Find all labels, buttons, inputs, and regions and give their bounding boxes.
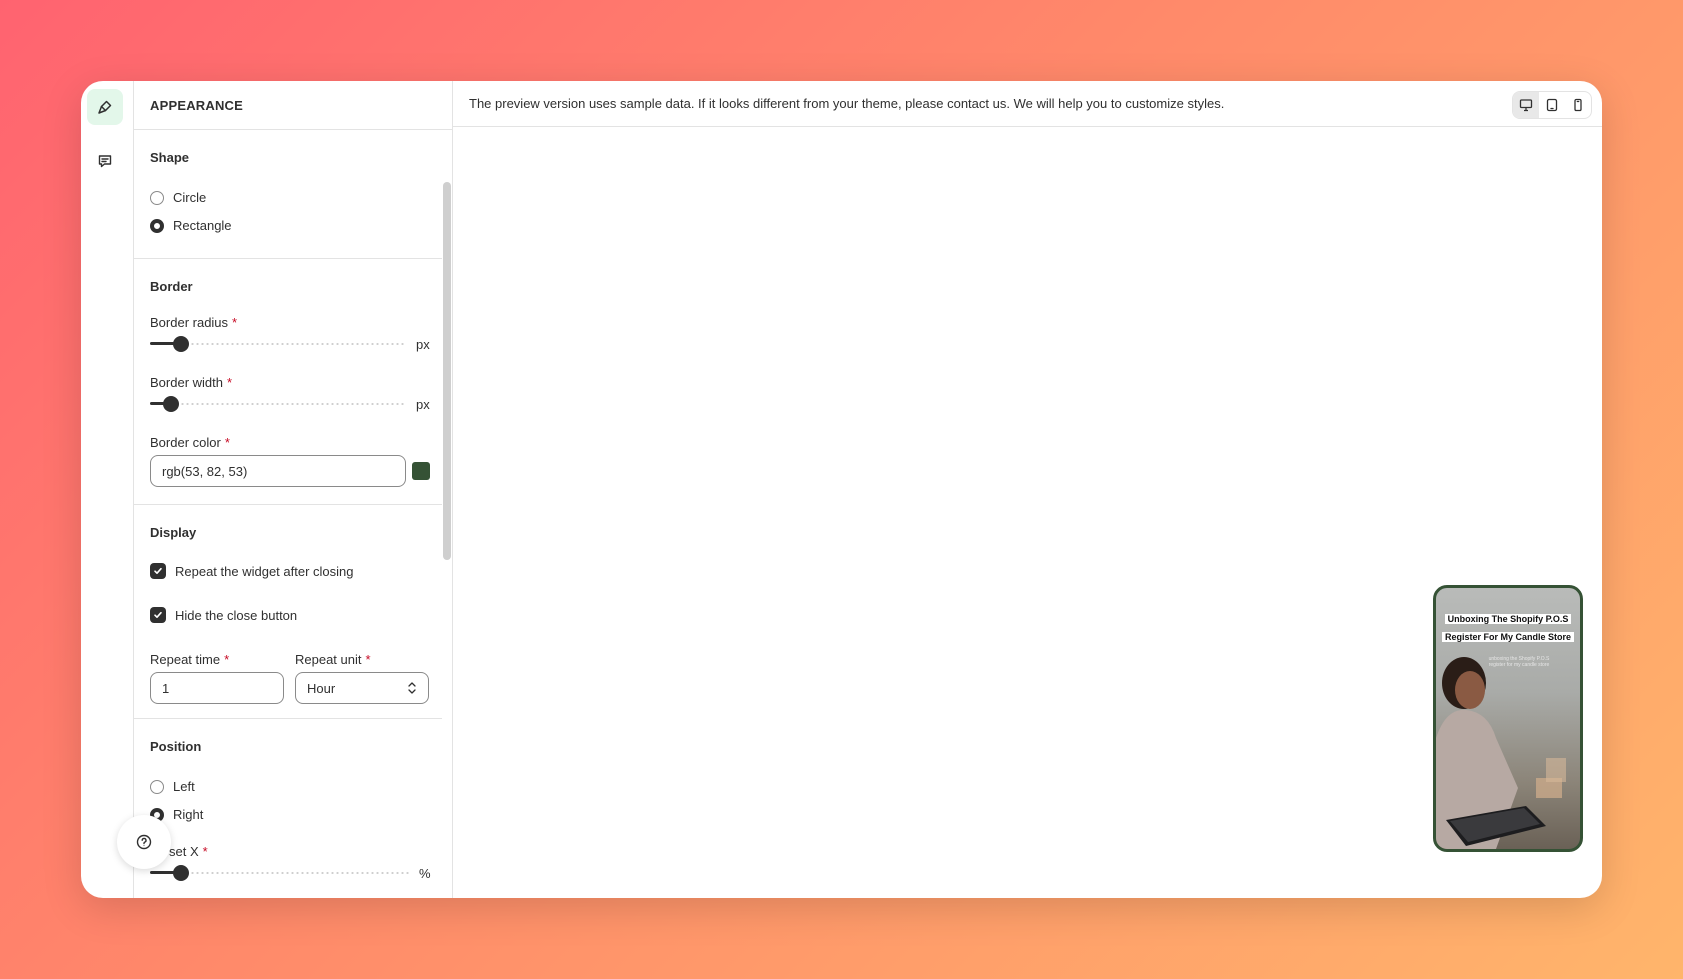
border-color-input[interactable]: rgb(53, 82, 53)	[150, 455, 406, 487]
help-button[interactable]	[117, 815, 171, 869]
border-title: Border	[150, 279, 193, 294]
preview-area: The preview version uses sample data. If…	[453, 81, 1602, 898]
video-widget-preview[interactable]: Unboxing The Shopify P.O.S Register For …	[1433, 585, 1583, 852]
position-section: Position Left Right set X * %	[134, 719, 442, 898]
unit-label: %	[419, 865, 431, 881]
paintbrush-icon	[98, 100, 112, 114]
preview-notice: The preview version uses sample data. If…	[453, 81, 1602, 127]
icon-rail	[81, 81, 134, 898]
field-label: set X	[169, 844, 199, 859]
required-marker: *	[226, 375, 233, 390]
checkbox-label: Hide the close button	[175, 607, 298, 623]
border-section: Border Border radius* px Border width*	[134, 259, 442, 505]
mobile-icon	[1574, 98, 1582, 112]
required-marker: *	[232, 315, 238, 330]
required-marker: *	[365, 652, 371, 667]
mobile-view-button[interactable]	[1565, 92, 1591, 118]
field-label: Repeat time	[150, 652, 221, 667]
radio-label: Right	[173, 807, 204, 822]
repeat-widget-checkbox-row[interactable]: Repeat the widget after closing	[150, 563, 354, 579]
offset-x-slider[interactable]	[150, 865, 409, 881]
panel-title: APPEARANCE	[134, 81, 452, 130]
question-mark-icon	[136, 834, 152, 850]
display-section: Display Repeat the widget after closing …	[134, 505, 442, 719]
desktop-icon	[1519, 99, 1533, 112]
device-toggle	[1512, 91, 1592, 119]
offset-x-field: set X * %	[150, 844, 431, 881]
panel-scrollbar[interactable]	[442, 130, 452, 898]
scrollbar-thumb[interactable]	[443, 182, 451, 560]
required-marker: *	[202, 844, 208, 859]
field-label: Repeat unit	[295, 652, 362, 667]
shape-circle-option[interactable]: Circle	[150, 190, 206, 205]
radio-left[interactable]	[150, 779, 164, 794]
slider-knob[interactable]	[173, 336, 189, 352]
border-width-slider[interactable]	[150, 396, 406, 412]
tablet-view-button[interactable]	[1539, 92, 1565, 118]
border-width-field: Border width * px	[150, 375, 430, 412]
slider-knob[interactable]	[163, 396, 179, 412]
border-radius-slider[interactable]	[150, 336, 406, 352]
repeat-time-field: Repeat time * 1	[150, 652, 284, 704]
field-label: Border color	[150, 435, 221, 450]
border-color-field: Border color * rgb(53, 82, 53)	[150, 435, 430, 487]
repeat-widget-checkbox[interactable]	[150, 563, 166, 579]
radio-label: Circle	[173, 190, 207, 205]
video-thumbnail	[1436, 657, 1566, 849]
hide-close-checkbox[interactable]	[150, 607, 166, 623]
position-title: Position	[150, 739, 202, 754]
repeat-unit-select[interactable]: Hour	[295, 672, 429, 704]
checkbox-label: Repeat the widget after closing	[175, 563, 354, 579]
unit-label: px	[416, 396, 430, 412]
required-marker: *	[224, 435, 230, 450]
checkmark-icon	[154, 567, 162, 574]
display-title: Display	[150, 525, 197, 540]
required-marker: *	[224, 652, 230, 667]
field-label: Border radius	[150, 315, 229, 330]
checkmark-icon	[154, 611, 162, 618]
border-color-swatch[interactable]	[412, 462, 430, 480]
shape-title: Shape	[150, 150, 190, 165]
repeat-unit-field: Repeat unit * Hour	[295, 652, 429, 704]
radio-label: Rectangle	[173, 218, 232, 233]
field-label: Border width	[150, 375, 223, 390]
border-radius-field: Border radius * px	[150, 315, 430, 352]
messages-nav-button[interactable]	[87, 143, 123, 179]
shape-section: Shape Circle Rectangle	[134, 130, 442, 259]
hide-close-checkbox-row[interactable]: Hide the close button	[150, 607, 297, 623]
select-chevrons-icon	[408, 682, 416, 694]
radio-label: Left	[173, 779, 195, 794]
position-left-option[interactable]: Left	[150, 779, 195, 794]
appearance-panel: APPEARANCE Shape Circle Rectangle Border…	[134, 81, 453, 898]
radio-circle[interactable]	[150, 190, 164, 205]
slider-knob[interactable]	[173, 865, 189, 881]
desktop-view-button[interactable]	[1513, 92, 1539, 118]
radio-rectangle[interactable]	[150, 218, 164, 233]
shape-rectangle-option[interactable]: Rectangle	[150, 218, 232, 233]
tablet-icon	[1546, 98, 1558, 112]
select-value: Hour	[307, 680, 336, 696]
app-window: APPEARANCE Shape Circle Rectangle Border…	[81, 81, 1602, 898]
appearance-nav-button[interactable]	[87, 89, 123, 125]
unit-label: px	[416, 336, 430, 352]
repeat-time-input[interactable]: 1	[150, 672, 284, 704]
chat-bubble-icon	[98, 155, 112, 168]
